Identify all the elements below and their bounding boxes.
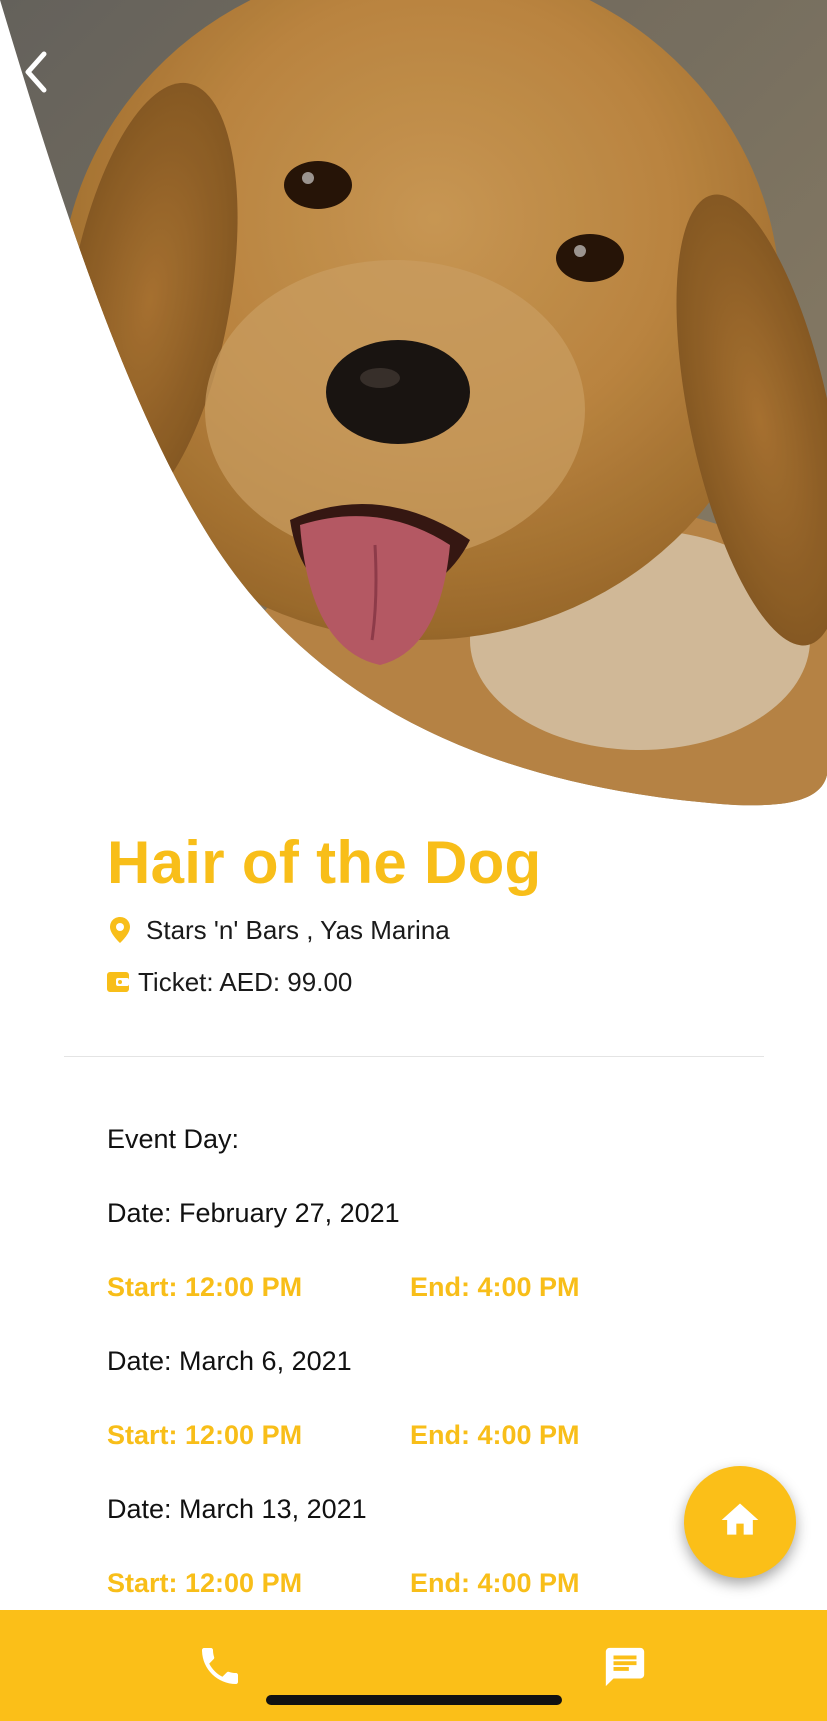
event-ticket: Ticket: AED: 99.00: [106, 966, 352, 998]
event-schedule: Event Day: Date: February 27, 2021 Start…: [107, 1118, 747, 1636]
end-time: End: 4:00 PM: [410, 1568, 580, 1598]
back-button[interactable]: [14, 44, 62, 100]
schedule-date: Date: March 13, 2021: [107, 1494, 367, 1524]
schedule-date: Date: March 6, 2021: [107, 1346, 352, 1376]
call-button[interactable]: [196, 1642, 244, 1690]
location-pin-icon: [106, 914, 134, 946]
hero-image: [0, 0, 827, 810]
start-time: Start: 12:00 PM: [107, 1568, 303, 1598]
end-time: End: 4:00 PM: [410, 1272, 580, 1302]
message-button[interactable]: [602, 1644, 648, 1690]
start-time: Start: 12:00 PM: [107, 1420, 303, 1450]
chat-icon: [602, 1647, 648, 1694]
schedule-times: Start: 12:00 PM End: 4:00 PM: [107, 1414, 747, 1488]
home-indicator[interactable]: [266, 1695, 562, 1705]
home-button[interactable]: [684, 1466, 796, 1578]
schedule-times: Start: 12:00 PM End: 4:00 PM: [107, 1266, 747, 1340]
ticket-text: Ticket: AED: 99.00: [138, 966, 353, 997]
phone-icon: [196, 1648, 244, 1694]
event-day-heading: Event Day:: [107, 1124, 240, 1154]
schedule-date: Date: February 27, 2021: [107, 1198, 400, 1228]
divider: [64, 1056, 764, 1057]
wallet-icon: [106, 966, 130, 998]
event-title: Hair of the Dog: [107, 829, 542, 896]
end-time: End: 4:00 PM: [410, 1420, 580, 1450]
location-text: Stars 'n' Bars , Yas Marina: [146, 914, 450, 945]
event-location: Stars 'n' Bars , Yas Marina: [106, 914, 450, 946]
chevron-left-icon: [14, 51, 62, 104]
start-time: Start: 12:00 PM: [107, 1272, 303, 1302]
home-icon: [718, 1498, 762, 1547]
